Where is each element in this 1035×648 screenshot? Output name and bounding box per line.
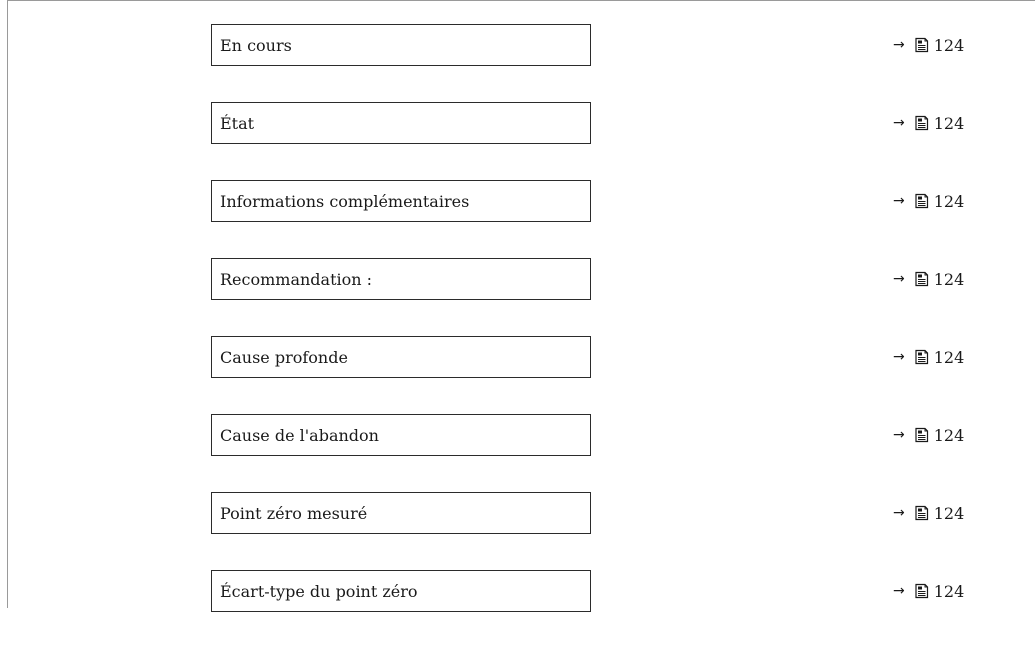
page-number: 124 [933,269,965,289]
parameter-box[interactable]: Cause de l'abandon [211,414,591,456]
book-page-icon [914,505,929,521]
page-number: 124 [933,347,965,367]
parameter-row: État → 124 [0,102,1035,180]
right-arrow-icon: → [893,505,905,521]
parameter-box[interactable]: En cours [211,24,591,66]
page-number: 124 [933,503,965,523]
parameter-row: En cours → 124 [0,24,1035,102]
parameter-box[interactable]: État [211,102,591,144]
book-page-icon [914,193,929,209]
right-arrow-icon: → [893,271,905,287]
book-page-icon [914,115,929,131]
page-number: 124 [933,35,965,55]
parameter-row: Informations complémentaires → 124 [0,180,1035,258]
right-arrow-icon: → [893,427,905,443]
book-page-icon [914,271,929,287]
right-arrow-icon: → [893,583,905,599]
parameter-row: Écart-type du point zéro → 124 [0,570,1035,648]
page-reference[interactable]: → 124 [893,492,964,534]
book-page-icon [914,427,929,443]
book-page-icon [914,349,929,365]
book-page-icon [914,583,929,599]
page-reference[interactable]: → 124 [893,570,964,612]
page-reference[interactable]: → 124 [893,102,964,144]
parameter-box[interactable]: Recommandation : [211,258,591,300]
parameter-row: Recommandation : → 124 [0,258,1035,336]
page-reference[interactable]: → 124 [893,336,964,378]
parameter-box[interactable]: Écart-type du point zéro [211,570,591,612]
parameter-list: En cours → 124 État → 124 Informations c… [0,24,1035,648]
right-arrow-icon: → [893,349,905,365]
page-reference[interactable]: → 124 [893,180,964,222]
right-arrow-icon: → [893,193,905,209]
parameter-box[interactable]: Point zéro mesuré [211,492,591,534]
page-number: 124 [933,425,965,445]
page-reference[interactable]: → 124 [893,24,964,66]
right-arrow-icon: → [893,115,905,131]
book-page-icon [914,37,929,53]
frame-top-border [7,0,1035,1]
right-arrow-icon: → [893,37,905,53]
page-reference[interactable]: → 124 [893,258,964,300]
parameter-row: Cause de l'abandon → 124 [0,414,1035,492]
parameter-row: Cause profonde → 124 [0,336,1035,414]
parameter-box[interactable]: Cause profonde [211,336,591,378]
page-number: 124 [933,581,965,601]
page-number: 124 [933,191,965,211]
page-number: 124 [933,113,965,133]
parameter-row: Point zéro mesuré → 124 [0,492,1035,570]
page-reference[interactable]: → 124 [893,414,964,456]
parameter-box[interactable]: Informations complémentaires [211,180,591,222]
